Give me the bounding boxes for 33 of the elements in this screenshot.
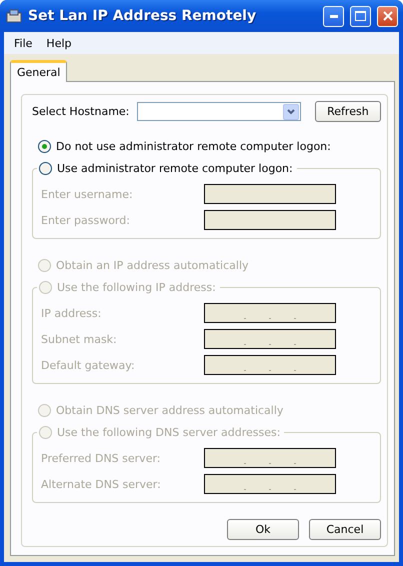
hostname-dropdown[interactable] bbox=[137, 102, 301, 121]
field-label: Alternate DNS server: bbox=[41, 478, 162, 490]
radio-label: Use the following IP address: bbox=[57, 280, 216, 294]
dialog-button[interactable]: Ok bbox=[227, 519, 299, 540]
dialog-button[interactable]: Cancel bbox=[309, 519, 381, 540]
maximize-button[interactable] bbox=[350, 6, 371, 26]
radio-button[interactable] bbox=[38, 140, 51, 152]
close-button[interactable] bbox=[377, 6, 398, 26]
tab[interactable]: General bbox=[10, 60, 68, 82]
close-icon bbox=[382, 11, 392, 21]
field-label: Enter password: bbox=[41, 214, 131, 226]
radio-label: Obtain DNS server address automatically bbox=[56, 404, 284, 416]
radio-label: Do not use administrator remote computer logon: bbox=[56, 140, 331, 152]
dropdown-button[interactable] bbox=[282, 104, 299, 120]
radio-label: Use administrator remote computer logon: bbox=[57, 162, 293, 174]
app-icon bbox=[6, 9, 22, 23]
minimize-icon bbox=[330, 14, 338, 18]
refresh-button[interactable]: Refresh bbox=[314, 101, 381, 122]
field-label: IP address: bbox=[41, 306, 102, 320]
menu-item[interactable]: Help bbox=[40, 36, 78, 50]
field-label: Subnet mask: bbox=[41, 332, 118, 346]
window-title: Set Lan IP Address Remotely bbox=[28, 8, 258, 24]
field-label: Preferred DNS server: bbox=[41, 452, 162, 464]
minimize-button[interactable] bbox=[323, 6, 344, 26]
radio-label: Use the following DNS server addresses: bbox=[57, 426, 280, 438]
field-label: Default gateway: bbox=[41, 358, 136, 372]
radio-label: Obtain an IP address automatically bbox=[56, 258, 249, 272]
menu-item[interactable]: File bbox=[8, 36, 38, 50]
field-label: Select Hostname: bbox=[32, 105, 130, 118]
chevron-down-icon bbox=[286, 108, 295, 114]
maximize-icon bbox=[355, 11, 366, 21]
field-label: Enter username: bbox=[41, 188, 134, 200]
radio-button[interactable] bbox=[39, 162, 52, 174]
